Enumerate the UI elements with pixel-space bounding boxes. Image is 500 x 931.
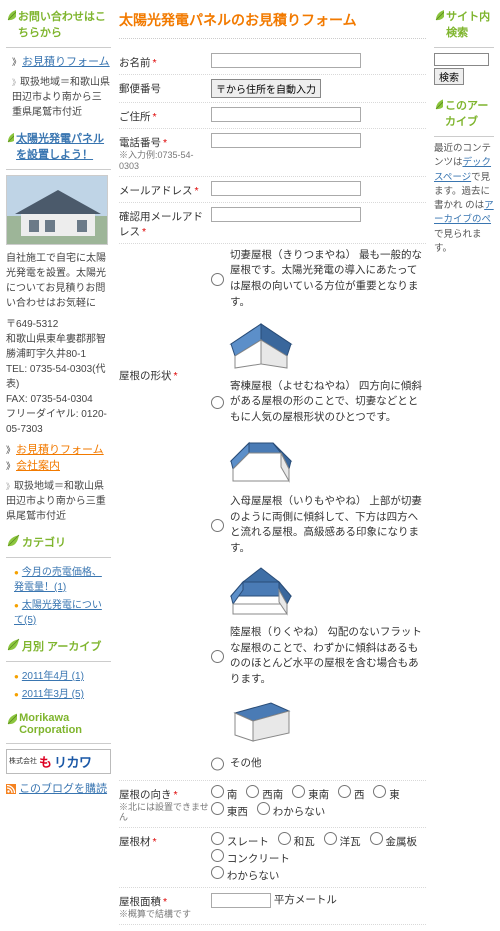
label-name: お名前* — [119, 53, 211, 70]
label-mail: メールアドレス* — [119, 181, 211, 198]
label-orientation: 屋根の向き*※北には設置できません — [119, 785, 211, 824]
ori-radio[interactable] — [338, 785, 351, 798]
roof-radio-1[interactable] — [211, 248, 224, 311]
ori-radio[interactable] — [257, 802, 270, 815]
leaf-icon — [6, 130, 14, 144]
orientation-options: 南 西南 東南 西 東 東西 わからない — [211, 785, 426, 819]
mat-radio[interactable] — [370, 832, 383, 845]
mat-radio[interactable] — [324, 832, 337, 845]
leaf-icon — [6, 534, 20, 548]
ori-radio[interactable] — [211, 785, 224, 798]
input-name[interactable] — [211, 53, 361, 68]
input-area[interactable] — [211, 893, 271, 908]
house-image — [6, 175, 108, 245]
roof-img-1 — [225, 315, 297, 371]
category-heading: カテゴリ — [6, 532, 111, 554]
estimate-link[interactable]: お見積りフォーム — [22, 56, 110, 68]
estimate-link-2[interactable]: お見積りフォーム — [16, 444, 104, 456]
roof-img-2 — [225, 430, 297, 486]
label-addr: ご住所* — [119, 107, 211, 124]
archive-note: 最近のコンテンツはデックスページで見 ます。過去に書かれ のはアーカイブのペ で… — [434, 142, 494, 256]
mat-radio[interactable] — [211, 866, 224, 879]
roof-radio-3[interactable] — [211, 494, 224, 557]
search-input[interactable] — [434, 53, 489, 66]
leaf-icon — [6, 638, 20, 652]
corp-heading: Morikawa Corporation — [6, 710, 111, 740]
input-mail[interactable] — [211, 181, 361, 196]
mat-radio[interactable] — [211, 849, 224, 862]
label-material: 屋根材* — [119, 832, 211, 849]
roof-img-3 — [225, 561, 297, 617]
archive-heading: 月別 アーカイブ — [6, 636, 111, 658]
input-addr[interactable] — [211, 107, 361, 122]
leaf-icon — [6, 8, 16, 22]
search-heading: サイト内検索 — [434, 6, 494, 44]
leaf-icon — [6, 712, 17, 726]
label-tel: 電話番号*※入力例:0735-54-0303 — [119, 133, 211, 172]
input-mail2[interactable] — [211, 207, 361, 222]
ori-radio[interactable] — [373, 785, 386, 798]
arch-item-1[interactable]: 2011年4月 (1) — [22, 671, 84, 682]
search-button[interactable]: 検索 — [434, 68, 464, 85]
zip-lookup-button[interactable]: 〒から住所を自動入力 — [211, 79, 321, 98]
mat-radio[interactable] — [278, 832, 291, 845]
cat-item-2[interactable]: 太陽光発電について(5) — [14, 600, 102, 626]
area-unit: 平方メートル — [274, 894, 337, 906]
label-area: 屋根面積*※概算で結構です — [119, 892, 211, 920]
company-desc: 自社施工で自宅に太陽光発電を設置。太陽光についてお見積りお問い合わせはお気軽に — [6, 251, 111, 311]
leaf-icon — [434, 8, 444, 22]
company-logo: 株式会社 もリカワ — [6, 749, 111, 774]
panel-promo-link[interactable]: 太陽光発電パネルを設置しよう！ — [16, 133, 104, 161]
page-title: 太陽光発電パネルのお見積りフォーム — [119, 6, 426, 39]
rss-icon — [6, 784, 16, 794]
fax-line: FAX: 0735-54-0304 — [6, 392, 111, 407]
roof-radio-other[interactable] — [211, 756, 224, 772]
label-mail2: 確認用メールアドレス* — [119, 207, 211, 239]
label-zip: 郵便番号 — [119, 79, 211, 96]
area-note: 》取扱地域＝和歌山県田辺市より南から三重県尾鷲市付近 — [12, 73, 111, 118]
mat-radio[interactable] — [211, 832, 224, 845]
freedial-line: フリーダイヤル: 0120-05-7303 — [6, 407, 111, 437]
subscribe-link[interactable]: このブログを購読 — [19, 783, 107, 795]
company-link[interactable]: 会社案内 — [16, 460, 60, 472]
input-tel[interactable] — [211, 133, 361, 148]
roof-img-4 — [225, 692, 297, 748]
ori-radio[interactable] — [292, 785, 305, 798]
tel-line: TEL: 0735-54-0303(代表) — [6, 362, 111, 392]
roof-radio-4[interactable] — [211, 625, 224, 688]
addr-zip: 〒649-5312 — [6, 317, 111, 332]
leaf-icon — [434, 97, 443, 111]
area-note-2: 取扱地域＝和歌山県田辺市より南から三重県尾鷲市付近 — [6, 481, 106, 522]
cat-item-1[interactable]: 今月の売電価格、発電量！(1) — [14, 567, 102, 593]
ori-radio[interactable] — [246, 785, 259, 798]
label-roof: 屋根の形状* — [119, 248, 211, 383]
arch-item-2[interactable]: 2011年3月 (5) — [22, 689, 84, 700]
addr-line: 和歌山県東牟婁郡那智勝浦町宇久井80-1 — [6, 332, 111, 362]
panel-promo-heading: 太陽光発電パネルを設置しよう！ — [6, 128, 111, 166]
contact-heading: お問い合わせはこちらから — [6, 6, 111, 44]
right-archive-heading: このアーカイブ — [434, 95, 494, 133]
material-options: スレート 和瓦 洋瓦 金属板 コンクリート わからない — [211, 832, 426, 883]
roof-radio-2[interactable] — [211, 379, 224, 426]
ori-radio[interactable] — [211, 802, 224, 815]
